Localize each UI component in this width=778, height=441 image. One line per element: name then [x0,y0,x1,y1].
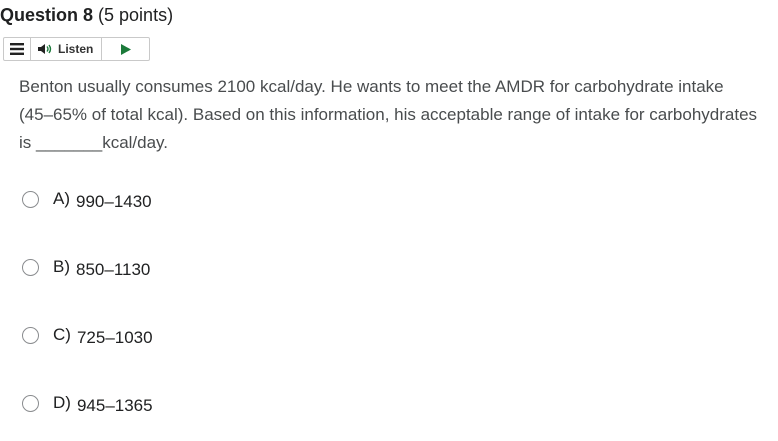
question-title: Question 8 [0,5,94,25]
listen-label: Listen [58,42,94,56]
menu-icon [10,43,24,55]
choice-letter: C) [53,325,71,344]
listen-toolbar: Listen [3,37,150,61]
play-icon [120,43,131,55]
answer-blank: _______ [36,133,103,152]
choice-d[interactable]: D) 945–1365 [22,393,153,415]
choice-letter: B) [53,257,70,276]
question-text-unit: kcal/day. [102,133,169,152]
choice-value: 990–1430 [76,192,152,211]
radio-button-d[interactable] [22,394,39,412]
play-button[interactable] [102,38,149,60]
speaker-icon [38,44,52,54]
choice-letter: A) [53,189,70,208]
question-header: Question 8 (5 points) [0,5,173,26]
radio-button-c[interactable] [22,326,39,344]
choice-letter: D) [53,393,71,412]
radio-button-a[interactable] [22,190,39,208]
choice-a[interactable]: A) 990–1430 [22,189,152,211]
choice-value: 945–1365 [76,396,153,415]
question-text: Benton usually consumes 2100 kcal/day. H… [19,73,759,157]
menu-button[interactable] [4,38,31,60]
choice-value: 850–1130 [76,260,151,279]
listen-button[interactable]: Listen [31,38,103,60]
radio-button-b[interactable] [22,258,39,276]
choice-value: 725–1030 [76,328,153,347]
choice-b[interactable]: B) 850–1130 [22,257,151,279]
question-points: (5 points) [98,5,174,25]
choice-c[interactable]: C) 725–1030 [22,325,153,347]
